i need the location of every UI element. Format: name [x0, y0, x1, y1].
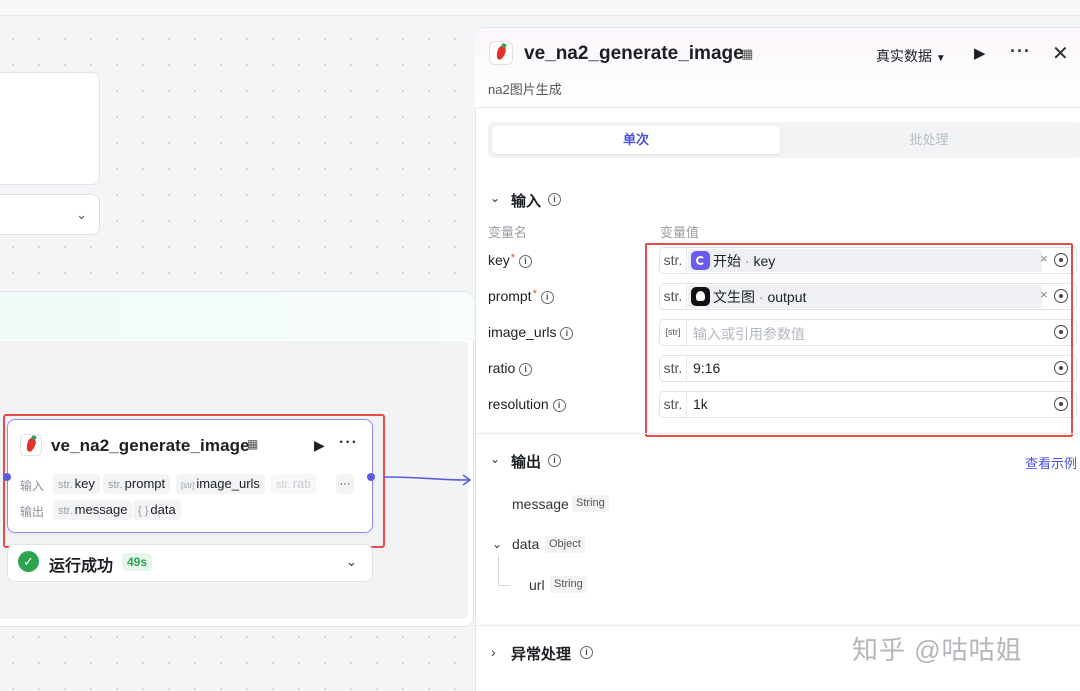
node-inputs-more-button[interactable]: ··· [336, 474, 354, 494]
info-icon: i [548, 452, 561, 470]
check-circle-icon: ✓ [18, 551, 39, 572]
chip-type: [str] [181, 481, 195, 490]
collapse-chevron-icon[interactable]: ⌄ [490, 191, 500, 205]
info-icon: i [519, 362, 533, 376]
output-section-title: 输出 [511, 454, 542, 471]
panel-subtitle: na2图片生成 [488, 82, 562, 97]
upstream-node-card[interactable] [0, 72, 100, 185]
chili-icon [489, 41, 513, 65]
node-input-port[interactable] [3, 473, 11, 481]
chip-name: image_urls [196, 476, 260, 491]
info-icon: i [540, 290, 554, 304]
info-icon: i [552, 398, 566, 412]
node-output-chip: str. message [53, 500, 133, 520]
param-label: key [488, 252, 510, 268]
tree-line [498, 585, 510, 586]
param-name-ratio: ratio i [488, 360, 533, 376]
node-output-port[interactable] [367, 473, 375, 481]
chip-type: str. [58, 505, 73, 517]
run-duration-badge: 49s [122, 553, 153, 571]
info-icon: i [560, 326, 574, 340]
highlight-frame-inputs [645, 243, 1073, 437]
run-status-text: 运行成功 [49, 558, 114, 575]
error-section-title: 异常处理 [511, 646, 572, 663]
close-icon[interactable]: ✕ [1052, 41, 1069, 66]
chevron-right-icon[interactable]: › [491, 644, 496, 660]
param-name-image-urls: image_urls i [488, 324, 574, 340]
divider [476, 625, 1080, 626]
chip-type: str. [108, 479, 123, 491]
data-mode-label: 真实数据 [876, 48, 932, 64]
chip-name: data [150, 502, 176, 517]
output-field-type: String [550, 576, 587, 593]
view-example-link[interactable]: 查看示例 [1025, 453, 1077, 472]
node-input-chip: str. rati [271, 474, 316, 494]
output-field-name: message [512, 496, 569, 512]
info-icon: i [580, 644, 593, 662]
param-label: resolution [488, 396, 549, 412]
output-field-type: Object [545, 536, 585, 553]
expand-chevron-icon[interactable]: ⌄ [492, 537, 502, 551]
param-label: ratio [488, 360, 516, 376]
output-field-name: url [529, 577, 545, 593]
required-mark: * [532, 288, 537, 300]
param-label: prompt [488, 288, 532, 304]
column-header-name: 变量名 [488, 225, 528, 240]
collapse-chevron-icon[interactable]: ⌄ [490, 452, 500, 466]
node-output-chip: { } data [133, 500, 181, 520]
node-input-label: 输入 [20, 479, 45, 493]
column-header-value: 变量值 [660, 225, 700, 240]
divider [476, 433, 1080, 434]
chip-name: rati [292, 476, 311, 491]
tree-line [498, 555, 499, 585]
required-mark: * [510, 252, 516, 264]
chevron-down-icon[interactable]: ⌄ [346, 554, 357, 570]
chip-type: { } [138, 505, 149, 517]
watermark: 知乎 @咕咕姐 [852, 635, 1023, 665]
group-header [0, 292, 474, 340]
panel-run-button[interactable]: ▶ [974, 44, 986, 62]
upstream-node-select[interactable]: ⌄ [0, 194, 100, 235]
node-output-label: 输出 [20, 505, 45, 519]
data-mode-dropdown[interactable]: 真实数据 ▼ [876, 46, 946, 66]
chip-name: key [74, 476, 95, 491]
chip-type: str. [58, 479, 73, 491]
param-label: image_urls [488, 324, 557, 340]
node-input-chip: str. prompt [103, 474, 171, 494]
chevron-down-icon: ⌄ [76, 207, 87, 222]
param-name-prompt: prompt* i [488, 288, 554, 304]
panel-tag-icon[interactable]: ▦ [741, 46, 753, 62]
tab-single[interactable]: 单次 [492, 126, 780, 154]
panel-title: ve_na2_generate_image [524, 43, 744, 64]
edge-connector [384, 474, 472, 486]
chip-type: str. [276, 479, 291, 491]
panel-more-button[interactable]: ··· [1010, 41, 1031, 62]
output-field-name: data [512, 536, 540, 552]
node-title: ve_na2_generate_image [51, 436, 250, 455]
tab-batch[interactable]: 批处理 [780, 126, 1078, 154]
param-name-resolution: resolution i [488, 396, 566, 412]
chip-name: message [74, 502, 128, 517]
node-more-button[interactable]: ··· [339, 434, 358, 452]
node-input-chip: str. key [53, 474, 100, 494]
node-input-chip: [str] image_urls [176, 474, 265, 494]
input-section-title: 输入 [511, 193, 542, 210]
chili-icon [20, 434, 42, 456]
output-field-type: String [572, 495, 609, 512]
chip-name: prompt [124, 476, 166, 491]
node-run-button[interactable]: ▶ [314, 437, 325, 454]
divider [476, 107, 1080, 108]
info-icon: i [548, 191, 561, 209]
canvas-top-strip [0, 0, 1080, 16]
info-icon: i [518, 254, 532, 268]
panel-header [475, 28, 1080, 108]
param-name-key: key* i [488, 252, 532, 268]
caret-down-icon: ▼ [935, 53, 946, 64]
node-tag-icon: ▦ [247, 437, 259, 451]
